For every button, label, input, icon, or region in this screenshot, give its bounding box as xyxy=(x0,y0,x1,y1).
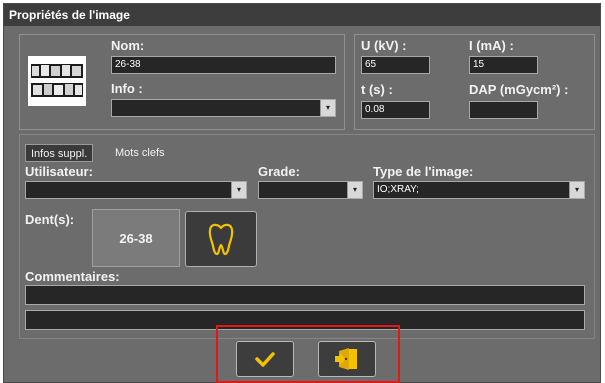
chevron-down-icon[interactable]: ▾ xyxy=(347,182,362,198)
image-properties-dialog: Propriétés de l'image Nom: 26-38 Info : … xyxy=(3,3,601,383)
comment-line-2[interactable] xyxy=(25,310,585,330)
nom-field[interactable]: 26-38 xyxy=(111,56,336,74)
tab-mots-clefs[interactable]: Mots clefs xyxy=(110,144,170,162)
tooth-icon xyxy=(208,223,234,256)
i-ma-label: I (mA) : xyxy=(469,38,514,53)
window-title: Propriétés de l'image xyxy=(4,4,600,26)
utilisateur-label: Utilisateur: xyxy=(25,164,93,179)
type-image-select[interactable]: IO;XRAY; ▾ xyxy=(373,181,585,199)
chevron-down-icon[interactable]: ▾ xyxy=(320,100,335,116)
nom-label: Nom: xyxy=(111,38,145,53)
grade-label: Grade: xyxy=(258,164,300,179)
dap-label: DAP (mGycm²) : xyxy=(469,82,569,97)
i-ma-field[interactable]: 15 xyxy=(469,56,538,74)
xray-thumbnail xyxy=(28,56,86,106)
u-kv-label: U (kV) : xyxy=(361,38,407,53)
type-image-select-value: IO;XRAY; xyxy=(377,184,419,195)
confirm-button[interactable] xyxy=(236,341,294,377)
u-kv-field[interactable]: 65 xyxy=(361,56,430,74)
utilisateur-select[interactable]: ▾ xyxy=(25,181,247,199)
grade-select[interactable]: ▾ xyxy=(258,181,363,199)
dents-value-box: 26-38 xyxy=(92,209,180,267)
chevron-down-icon[interactable]: ▾ xyxy=(231,182,246,198)
t-s-label: t (s) : xyxy=(361,82,393,97)
door-exit-icon xyxy=(335,348,357,370)
checkmark-icon xyxy=(255,352,275,367)
commentaires-label: Commentaires: xyxy=(25,269,120,284)
type-image-label: Type de l'image: xyxy=(373,164,474,179)
chevron-down-icon[interactable]: ▾ xyxy=(569,182,584,198)
info-label: Info : xyxy=(111,81,143,96)
comment-line-1[interactable] xyxy=(25,285,585,305)
exit-button[interactable] xyxy=(318,341,376,377)
t-s-field[interactable]: 0.08 xyxy=(361,101,430,119)
tooth-chart-button[interactable] xyxy=(185,211,257,267)
tab-infos-suppl[interactable]: Infos suppl. xyxy=(25,144,94,162)
dents-label: Dent(s): xyxy=(25,212,75,227)
dap-field[interactable] xyxy=(469,101,538,119)
info-select[interactable]: ▾ xyxy=(111,99,336,117)
